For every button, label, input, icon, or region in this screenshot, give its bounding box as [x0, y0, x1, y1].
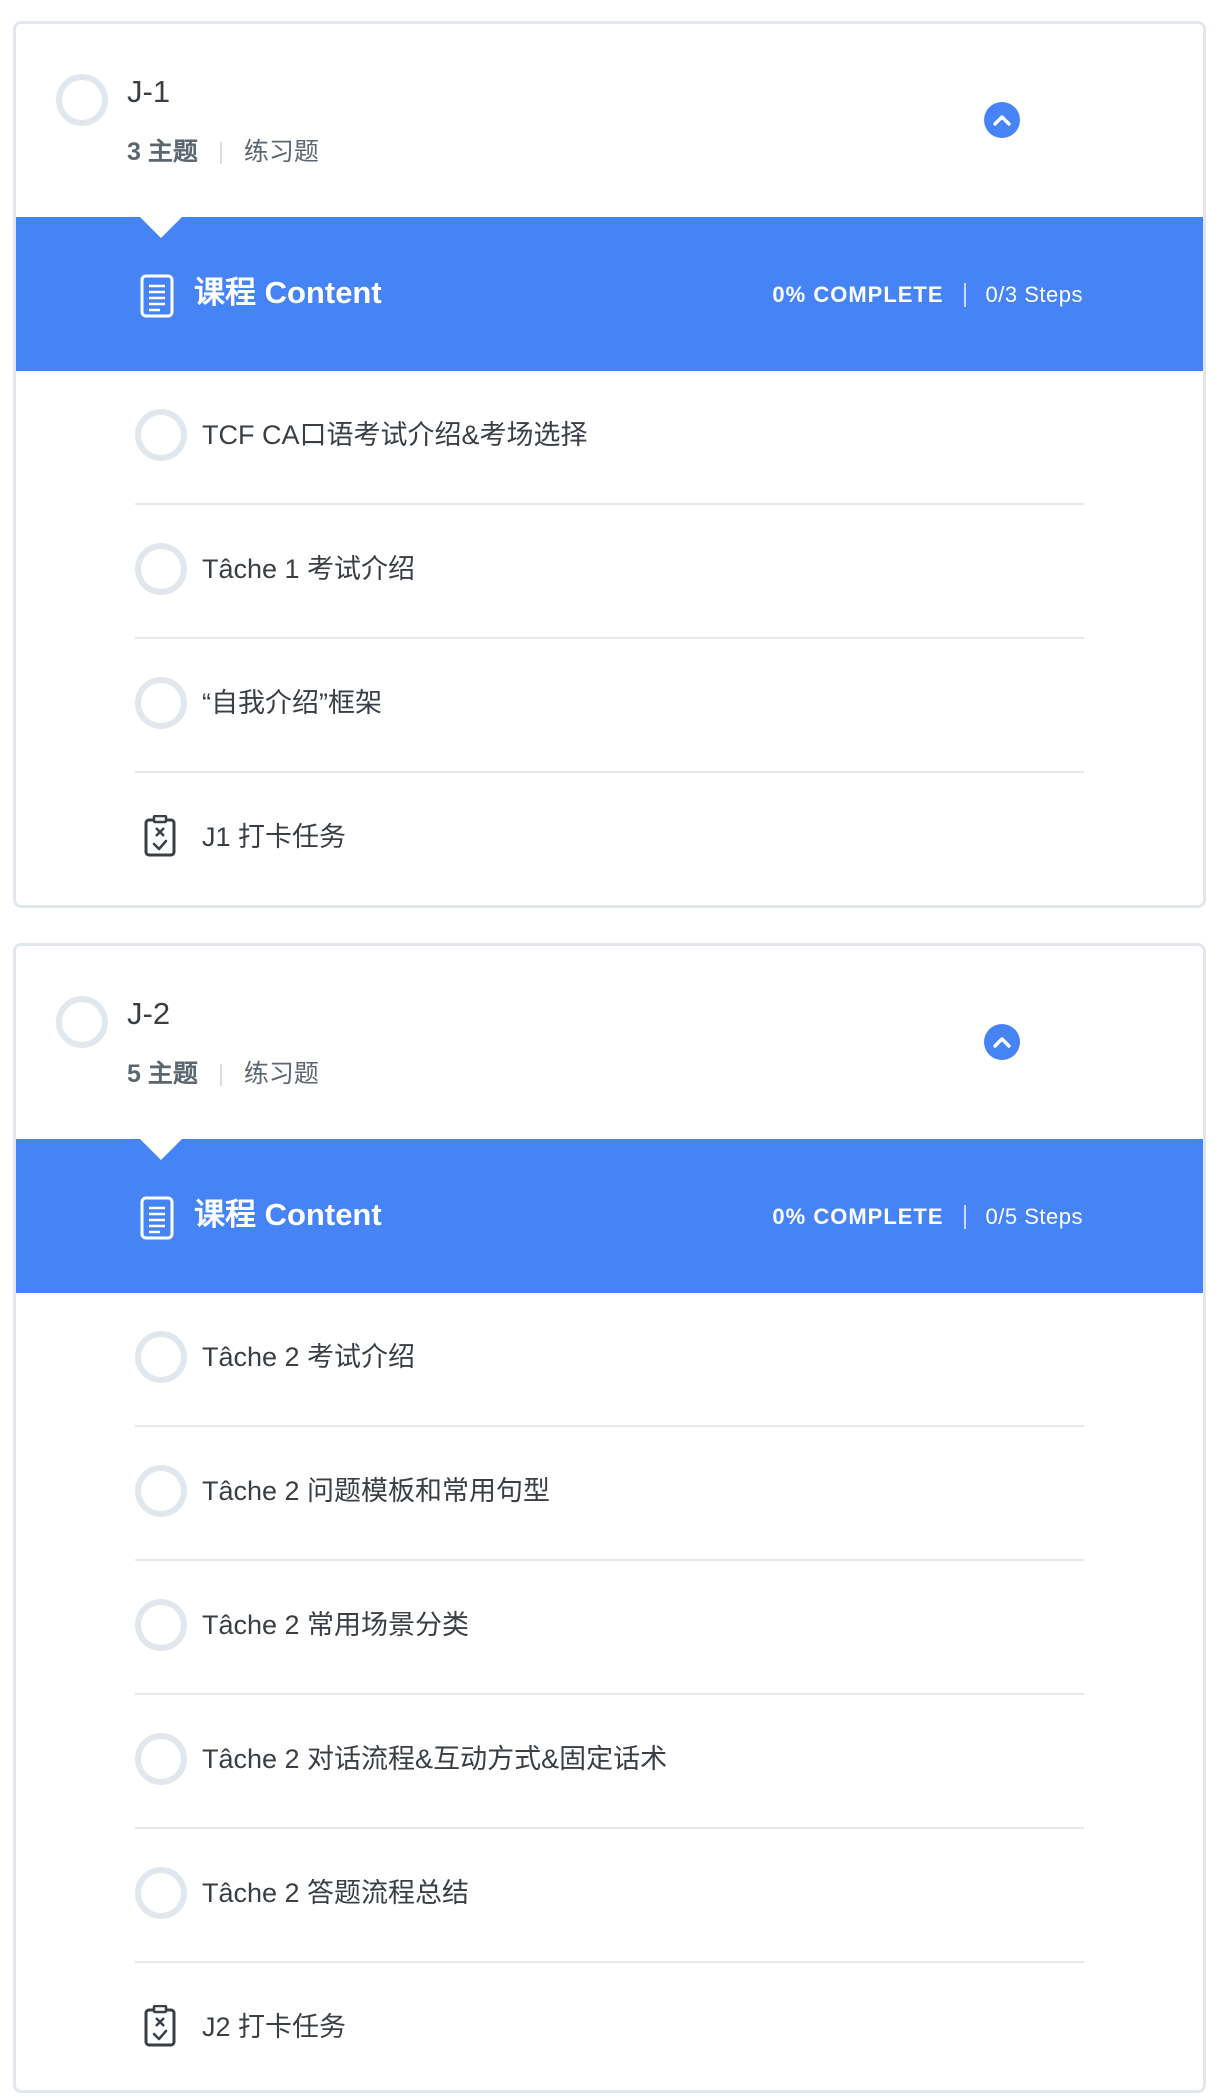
- steps-count: 0/5 Steps: [985, 1204, 1083, 1229]
- document-icon: [140, 1196, 174, 1240]
- lesson-title[interactable]: J-1: [127, 76, 170, 107]
- notch: [139, 1138, 183, 1160]
- topic-status-circle: [135, 1733, 187, 1785]
- lesson-title[interactable]: J-2: [127, 998, 170, 1029]
- topic-row[interactable]: Tâche 2 答题流程总结: [135, 1829, 1084, 1963]
- topic-label[interactable]: Tâche 2 答题流程总结: [202, 1877, 469, 1909]
- topic-status-circle: [135, 1331, 187, 1383]
- topic-label[interactable]: “自我介绍”框架: [202, 687, 382, 719]
- quiz-row[interactable]: J1 打卡任务: [135, 773, 1084, 907]
- topic-status-circle: [135, 1465, 187, 1517]
- topic-label[interactable]: Tâche 2 对话流程&互动方式&固定话术: [202, 1743, 667, 1775]
- document-icon: [140, 274, 174, 318]
- percent-complete: 0% COMPLETE: [772, 1204, 944, 1229]
- topic-label[interactable]: TCF CA口语考试介绍&考场选择: [202, 419, 588, 451]
- chevron-up-icon: [993, 115, 1011, 126]
- lesson-type: 练习题: [243, 1060, 319, 1088]
- topic-label[interactable]: Tâche 1 考试介绍: [202, 553, 415, 585]
- topic-row[interactable]: TCF CA口语考试介绍&考场选择: [135, 371, 1084, 505]
- topic-label[interactable]: Tâche 2 问题模板和常用句型: [202, 1475, 550, 1507]
- lesson-card-j1: J-1 3 主题 练习题 课程 Content 0% COMPLETE 0/3 …: [13, 21, 1206, 908]
- progress-divider: [963, 283, 966, 307]
- topic-label[interactable]: Tâche 2 常用场景分类: [202, 1609, 469, 1641]
- progress-info: 0% COMPLETE 0/5 Steps: [772, 1205, 1083, 1229]
- quiz-row[interactable]: J2 打卡任务: [135, 1963, 1084, 2097]
- content-header: 课程 Content 0% COMPLETE 0/3 Steps: [16, 216, 1203, 371]
- topic-row[interactable]: Tâche 2 问题模板和常用句型: [135, 1427, 1084, 1561]
- quiz-label[interactable]: J2 打卡任务: [202, 2011, 346, 2043]
- topic-status-circle: [135, 677, 187, 729]
- percent-complete: 0% COMPLETE: [772, 282, 944, 307]
- topic-list: TCF CA口语考试介绍&考场选择 Tâche 1 考试介绍 “自我介绍”框架 …: [135, 371, 1084, 907]
- topic-count: 3 主题: [127, 138, 198, 166]
- topic-status-circle: [135, 1599, 187, 1651]
- topic-list: Tâche 2 考试介绍 Tâche 2 问题模板和常用句型 Tâche 2 常…: [135, 1293, 1084, 2097]
- meta-divider: [219, 141, 222, 164]
- topic-label[interactable]: Tâche 2 考试介绍: [202, 1341, 415, 1373]
- content-title: 课程 Content: [194, 275, 382, 310]
- content-title: 课程 Content: [194, 1197, 382, 1232]
- quiz-icon: [144, 2005, 176, 2047]
- lesson-card-j2: J-2 5 主题 练习题 课程 Content 0% COMPLETE 0/5 …: [13, 943, 1206, 2093]
- steps-count: 0/3 Steps: [985, 282, 1083, 307]
- lesson-status-circle: [56, 74, 108, 126]
- progress-info: 0% COMPLETE 0/3 Steps: [772, 283, 1083, 307]
- notch: [139, 216, 183, 238]
- quiz-label[interactable]: J1 打卡任务: [202, 821, 346, 853]
- topic-status-circle: [135, 543, 187, 595]
- chevron-up-icon: [993, 1037, 1011, 1048]
- topic-row[interactable]: Tâche 2 考试介绍: [135, 1293, 1084, 1427]
- content-header: 课程 Content 0% COMPLETE 0/5 Steps: [16, 1138, 1203, 1293]
- collapse-button[interactable]: [984, 102, 1020, 138]
- topic-count: 5 主题: [127, 1060, 198, 1088]
- topic-row[interactable]: “自我介绍”框架: [135, 639, 1084, 773]
- topic-row[interactable]: Tâche 1 考试介绍: [135, 505, 1084, 639]
- lesson-type: 练习题: [243, 138, 319, 166]
- meta-divider: [219, 1063, 222, 1086]
- collapse-button[interactable]: [984, 1024, 1020, 1060]
- topic-row[interactable]: Tâche 2 对话流程&互动方式&固定话术: [135, 1695, 1084, 1829]
- progress-divider: [963, 1205, 966, 1229]
- quiz-icon: [144, 815, 176, 857]
- topic-row[interactable]: Tâche 2 常用场景分类: [135, 1561, 1084, 1695]
- topic-status-circle: [135, 1867, 187, 1919]
- topic-status-circle: [135, 409, 187, 461]
- lesson-meta: 3 主题 练习题: [127, 140, 319, 165]
- lesson-meta: 5 主题 练习题: [127, 1062, 319, 1087]
- lesson-status-circle: [56, 996, 108, 1048]
